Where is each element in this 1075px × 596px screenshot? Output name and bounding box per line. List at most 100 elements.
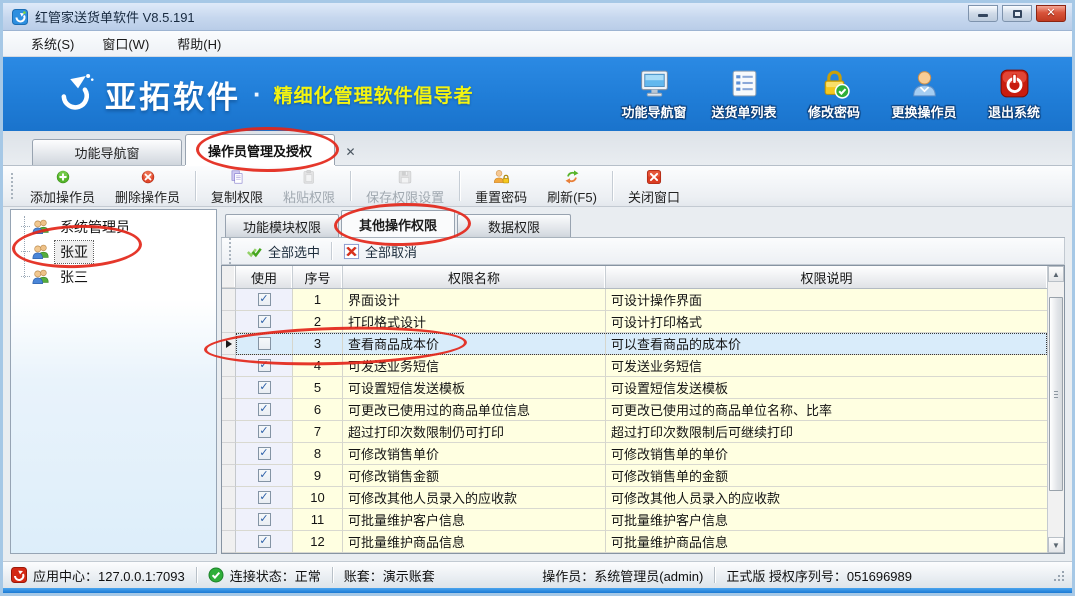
delete-operator-button[interactable]: 删除操作员 [105, 166, 190, 207]
row-checkbox[interactable] [258, 535, 271, 548]
tree-item-admin[interactable]: 系统管理员 [11, 214, 216, 239]
menu-item-system[interactable]: 系统(S) [17, 31, 88, 56]
close-window-button-label: 关闭窗口 [628, 187, 680, 206]
row-checkbox[interactable] [258, 315, 271, 328]
tab-operator-management[interactable]: 操作员管理及授权 [185, 134, 335, 165]
menu-item-help[interactable]: 帮助(H) [163, 31, 235, 56]
reset-password-button[interactable]: 重置密码 [465, 166, 537, 207]
row-checkbox[interactable] [258, 293, 271, 306]
banner-action-nav-window[interactable]: 功能导航窗 [612, 67, 696, 121]
row-checkbox[interactable] [258, 337, 271, 350]
close-window-button[interactable]: 关闭窗口 [618, 166, 690, 207]
minimize-button[interactable] [968, 5, 998, 22]
maximize-icon [1013, 10, 1022, 18]
table-row[interactable]: 12可批量维护商品信息可批量维护商品信息 [222, 531, 1047, 553]
cell-use [236, 311, 293, 333]
separator [195, 171, 196, 201]
column-header-name[interactable]: 权限名称 [343, 266, 606, 288]
row-checkbox[interactable] [258, 425, 271, 438]
tab-module-permissions[interactable]: 功能模块权限 [225, 214, 339, 237]
cell-perm-desc: 可以查看商品的成本价 [606, 333, 1047, 355]
separator [196, 567, 197, 583]
deselect-all-button[interactable]: 全部取消 [335, 240, 425, 263]
cell-perm-name: 界面设计 [343, 289, 606, 311]
scroll-down-icon[interactable]: ▼ [1048, 537, 1064, 553]
table-row[interactable]: 10可修改其他人员录入的应收款可修改其他人员录入的应收款 [222, 487, 1047, 509]
row-checkbox[interactable] [258, 447, 271, 460]
row-indicator [222, 487, 236, 509]
cell-use [236, 333, 293, 355]
resize-grip-icon[interactable] [1052, 569, 1064, 581]
banner-action-change-password[interactable]: 修改密码 [792, 67, 876, 121]
column-header-use[interactable]: 使用 [236, 266, 293, 288]
cell-no: 2 [293, 311, 343, 333]
table-row[interactable]: 11可批量维护客户信息可批量维护客户信息 [222, 509, 1047, 531]
maximize-button[interactable] [1002, 5, 1032, 22]
tree-item-zhangya[interactable]: 张亚 [11, 239, 216, 264]
brand-slogan: 精细化管理软件倡导者 [274, 81, 474, 108]
cell-perm-name: 打印格式设计 [343, 311, 606, 333]
separator [612, 171, 613, 201]
tab-close-icon[interactable]: ✕ [342, 143, 359, 160]
banner-action-delivery-list[interactable]: 送货单列表 [702, 67, 786, 121]
operator-status: 操作员：系统管理员(admin) [542, 566, 703, 585]
cell-perm-name: 可修改销售单价 [343, 443, 606, 465]
row-checkbox[interactable] [258, 513, 271, 526]
tab-nav-window[interactable]: 功能导航窗 [32, 139, 182, 165]
close-button[interactable]: ✕ [1036, 5, 1066, 22]
paste-permissions-button[interactable]: 粘贴权限 [273, 166, 345, 207]
window-title: 红管家送货单软件 V8.5.191 [35, 7, 968, 26]
table-row[interactable]: 9可修改销售金额可修改销售单的金额 [222, 465, 1047, 487]
row-checkbox[interactable] [258, 403, 271, 416]
add-operator-button[interactable]: 添加操作员 [20, 166, 105, 207]
vertical-scrollbar[interactable]: ▲ ▼ [1047, 266, 1064, 553]
tab-data-permissions[interactable]: 数据权限 [457, 214, 571, 237]
menu-item-window[interactable]: 窗口(W) [88, 31, 163, 56]
row-checkbox[interactable] [258, 381, 271, 394]
user-icon [908, 67, 941, 100]
banner-action-label: 功能导航窗 [621, 102, 686, 121]
cell-no: 5 [293, 377, 343, 399]
scrollbar-thumb[interactable] [1049, 297, 1063, 491]
toolbar: 添加操作员删除操作员复制权限粘贴权限保存权限设置重置密码刷新(F5) 关闭窗口 [3, 166, 1072, 207]
table-row[interactable]: 3查看商品成本价可以查看商品的成本价 [222, 333, 1047, 355]
table-row[interactable]: 1界面设计可设计操作界面 [222, 289, 1047, 311]
separator [459, 171, 460, 201]
row-checkbox[interactable] [258, 359, 271, 372]
tab-other-permissions[interactable]: 其他操作权限 [341, 210, 455, 237]
table-row[interactable]: 7超过打印次数限制仍可打印超过打印次数限制后可继续打印 [222, 421, 1047, 443]
cell-no: 1 [293, 289, 343, 311]
banner-action-exit-system[interactable]: 退出系统 [972, 67, 1056, 121]
table-row[interactable]: 8可修改销售单价可修改销售单的单价 [222, 443, 1047, 465]
table-row[interactable]: 6可更改已使用过的商品单位信息可更改已使用过的商品单位名称、比率 [222, 399, 1047, 421]
cell-no: 7 [293, 421, 343, 443]
select-all-button[interactable]: 全部选中 [238, 240, 328, 263]
tree-item-label: 张三 [55, 266, 93, 288]
table-row[interactable]: 4可发送业务短信可发送业务短信 [222, 355, 1047, 377]
row-indicator [222, 465, 236, 487]
scroll-up-icon[interactable]: ▲ [1048, 266, 1064, 282]
tree-item-zhangsan[interactable]: 张三 [11, 264, 216, 289]
row-checkbox[interactable] [258, 491, 271, 504]
cell-use [236, 443, 293, 465]
column-header-no[interactable]: 序号 [293, 266, 343, 288]
column-header-desc[interactable]: 权限说明 [606, 266, 1047, 288]
window: 红管家送货单软件 V8.5.191 ✕ 系统(S)窗口(W)帮助(H) 亚拓软件… [0, 0, 1075, 596]
refresh-button-label: 刷新(F5) [547, 187, 597, 206]
banner-action-label: 退出系统 [988, 102, 1040, 121]
table-row[interactable]: 5可设置短信发送模板可设置短信发送模板 [222, 377, 1047, 399]
refresh-button[interactable]: 刷新(F5) [537, 166, 607, 207]
scrollbar-track[interactable] [1048, 282, 1064, 537]
copy-permissions-button[interactable]: 复制权限 [201, 166, 273, 207]
banner-action-label: 更换操作员 [891, 102, 956, 121]
row-indicator [222, 421, 236, 443]
row-checkbox[interactable] [258, 469, 271, 482]
list-icon [728, 67, 761, 100]
save-permissions-button[interactable]: 保存权限设置 [356, 166, 454, 207]
close-icon: ✕ [1046, 8, 1055, 19]
banner-action-switch-operator[interactable]: 更换操作员 [882, 67, 966, 121]
save-icon [396, 168, 414, 186]
tab-nav-window-label: 功能导航窗 [74, 143, 139, 162]
table-row[interactable]: 2打印格式设计可设计打印格式 [222, 311, 1047, 333]
grid-toolbar-gripper [229, 238, 234, 264]
